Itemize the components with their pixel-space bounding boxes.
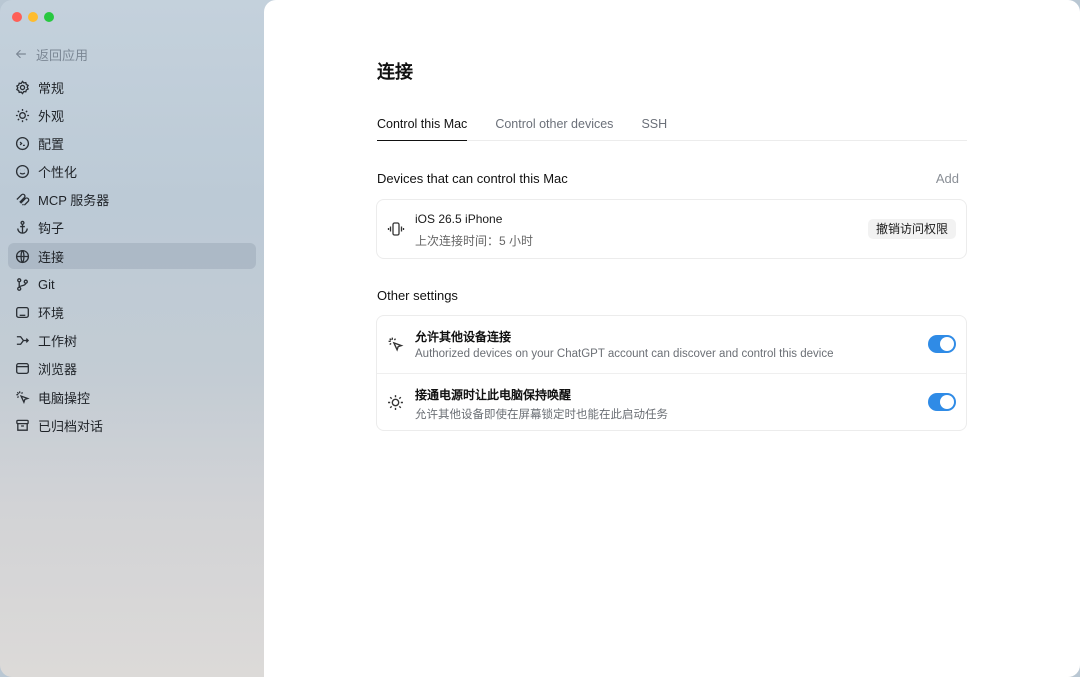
sidebar-item-label: 浏览器 bbox=[38, 362, 78, 378]
back-label: 返回应用 bbox=[36, 47, 89, 63]
cursor-click-icon bbox=[387, 336, 405, 354]
device-row: iOS 26.5 iPhone 上次连接时间：5 小时 撤销访问权限 bbox=[377, 200, 966, 258]
tab-control-this-mac[interactable]: Control this Mac bbox=[377, 112, 468, 141]
archive-icon bbox=[14, 417, 30, 433]
setting-description: 允许其他设备即使在屏幕锁定时也能在此启动任务 bbox=[415, 409, 668, 421]
devices-card: iOS 26.5 iPhone 上次连接时间：5 小时 撤销访问权限 bbox=[376, 199, 967, 259]
keep-awake-toggle[interactable] bbox=[928, 393, 956, 411]
sidebar-item-computer-use[interactable]: 电脑操控 bbox=[8, 384, 256, 410]
globe-icon bbox=[14, 248, 30, 264]
sidebar-item-label: 配置 bbox=[38, 136, 65, 152]
sidebar-item-label: 电脑操控 bbox=[38, 390, 91, 406]
setting-description: Authorized devices on your ChatGPT accou… bbox=[415, 348, 834, 360]
anchor-icon bbox=[14, 220, 30, 236]
sidebar-item-connections[interactable]: 连接 bbox=[8, 243, 256, 270]
worktree-icon bbox=[14, 333, 30, 349]
sidebar-item-label: Git bbox=[38, 276, 55, 292]
devices-section-title: Devices that can control this Mac bbox=[377, 171, 568, 186]
page-title: 连接 bbox=[377, 62, 413, 82]
cursor-click-icon bbox=[14, 389, 30, 405]
sidebar-item-personalization[interactable]: 个性化 bbox=[8, 159, 256, 185]
tab-control-other-devices[interactable]: Control other devices bbox=[495, 112, 613, 141]
sidebar-item-git[interactable]: Git bbox=[8, 271, 256, 297]
setting-title: 接通电源时让此电脑保持唤醒 bbox=[415, 388, 572, 402]
sidebar-item-label: 环境 bbox=[38, 306, 65, 321]
tab-bar: Control this Mac Control other devices S… bbox=[377, 112, 967, 141]
sidebar-item-label: 钩子 bbox=[38, 221, 65, 237]
config-icon bbox=[14, 135, 30, 151]
revoke-access-button[interactable]: 撤销访问权限 bbox=[867, 219, 956, 239]
gear-icon bbox=[14, 79, 30, 95]
sidebar-item-archived-chats[interactable]: 已归档对话 bbox=[8, 412, 256, 438]
phone-vibrate-icon bbox=[387, 220, 405, 238]
device-name: iOS 26.5 iPhone bbox=[415, 212, 503, 226]
setting-row-allow-connections: 允许其他设备连接 Authorized devices on your Chat… bbox=[377, 316, 966, 373]
mcp-icon bbox=[14, 192, 30, 208]
setting-row-keep-awake: 接通电源时让此电脑保持唤醒 允许其他设备即使在屏幕锁定时也能在此启动任务 bbox=[377, 373, 966, 430]
sidebar-item-appearance[interactable]: 外观 bbox=[8, 102, 256, 128]
device-last-connected: 上次连接时间：5 小时 bbox=[415, 234, 534, 248]
sidebar-item-label: 个性化 bbox=[38, 165, 78, 181]
allow-connections-toggle[interactable] bbox=[928, 335, 956, 353]
add-device-button[interactable]: Add bbox=[936, 171, 959, 186]
sun-icon bbox=[14, 107, 30, 123]
sidebar-item-label: 连接 bbox=[38, 249, 65, 265]
other-settings-title: Other settings bbox=[377, 288, 458, 303]
other-settings-card: 允许其他设备连接 Authorized devices on your Chat… bbox=[376, 315, 967, 431]
sidebar-item-label: 工作树 bbox=[38, 334, 78, 350]
app-window: 返回应用 常规 外观 配置 个性化 MCP 服务器 钩子 连接 Git 环境 工… bbox=[0, 0, 1080, 677]
back-to-app-button[interactable]: 返回应用 bbox=[14, 44, 88, 64]
terminal-icon bbox=[14, 305, 30, 321]
sidebar-item-config[interactable]: 配置 bbox=[8, 130, 256, 156]
sun-icon bbox=[387, 394, 405, 412]
sidebar-item-hooks[interactable]: 钩子 bbox=[8, 215, 256, 241]
sidebar-item-environment[interactable]: 环境 bbox=[8, 300, 256, 326]
settings-main-panel: 连接 Control this Mac Control other device… bbox=[264, 0, 1080, 677]
sidebar-item-worktrees[interactable]: 工作树 bbox=[8, 328, 256, 354]
sidebar-item-label: 常规 bbox=[38, 80, 65, 96]
tab-ssh[interactable]: SSH bbox=[641, 112, 667, 141]
arrow-left-icon bbox=[16, 49, 26, 59]
sidebar-item-label: 外观 bbox=[38, 108, 65, 124]
smiley-icon bbox=[14, 164, 30, 180]
sidebar-item-mcp-servers[interactable]: MCP 服务器 bbox=[8, 187, 256, 213]
browser-icon bbox=[14, 361, 30, 377]
sidebar-item-label: 已归档对话 bbox=[38, 418, 104, 434]
sidebar-item-general[interactable]: 常规 bbox=[8, 74, 256, 100]
setting-title: 允许其他设备连接 bbox=[415, 330, 512, 344]
sidebar-item-browser[interactable]: 浏览器 bbox=[8, 356, 256, 382]
settings-nav: 常规 外观 配置 个性化 MCP 服务器 钩子 连接 Git 环境 工作树 浏览… bbox=[8, 74, 256, 440]
sidebar: 返回应用 常规 外观 配置 个性化 MCP 服务器 钩子 连接 Git 环境 工… bbox=[0, 0, 264, 677]
git-branch-icon bbox=[14, 276, 30, 292]
sidebar-item-label: MCP 服务器 bbox=[38, 193, 110, 209]
